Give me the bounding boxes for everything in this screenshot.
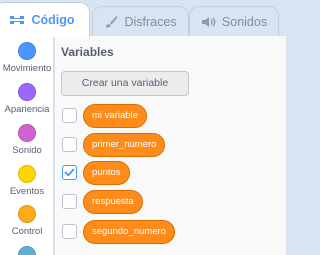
category-events[interactable]: Eventos [0, 165, 54, 197]
category-sound[interactable]: Sonido [0, 124, 54, 156]
tab-code[interactable]: Código [0, 2, 90, 37]
looks-dot-icon [18, 83, 36, 101]
checkmark-icon [64, 168, 75, 177]
motion-dot-icon [18, 42, 36, 60]
variable-reporter-block[interactable]: puntos [83, 161, 130, 185]
variable-reporter-block[interactable]: segundo_numero [83, 220, 175, 244]
tab-costumes[interactable]: Disfraces [92, 6, 189, 36]
variable-row: puntos [62, 161, 262, 185]
variable-checkbox[interactable] [62, 194, 77, 209]
category-label: Movimiento [2, 63, 52, 74]
category-menu: Movimiento Apariencia Sonido Eventos Con… [0, 36, 54, 255]
editor-tabs: Código Disfraces Sonidos [0, 0, 286, 37]
variable-row: respuesta [62, 190, 262, 214]
category-control[interactable]: Control [0, 205, 54, 237]
tab-code-label: Código [31, 13, 75, 27]
category-looks[interactable]: Apariencia [0, 83, 54, 115]
variable-checkbox[interactable] [62, 108, 77, 123]
variable-checkbox[interactable] [62, 137, 77, 152]
code-icon [9, 14, 25, 26]
brush-icon [104, 15, 118, 29]
variable-checkbox[interactable] [62, 224, 77, 239]
control-dot-icon [18, 205, 36, 223]
variable-reporter-block[interactable]: respuesta [83, 190, 143, 214]
category-motion[interactable]: Movimiento [0, 42, 54, 74]
category-sensing[interactable] [0, 246, 54, 255]
category-label: Sonido [12, 145, 42, 156]
variable-row: primer_numero [62, 133, 262, 157]
variable-reporter-block[interactable]: mi variable [83, 104, 147, 128]
variable-reporter-block[interactable]: primer_numero [83, 133, 166, 157]
variable-row: mi variable [62, 104, 262, 128]
events-dot-icon [18, 165, 36, 183]
make-variable-button[interactable]: Crear una variable [61, 71, 189, 96]
block-palette: Variables Crear una variable mi variable… [55, 36, 286, 255]
sound-dot-icon [18, 124, 36, 142]
palette-title: Variables [61, 45, 114, 59]
category-label: Apariencia [4, 104, 50, 115]
category-label: Control [11, 226, 43, 237]
speaker-icon [201, 16, 216, 28]
tab-costumes-label: Disfraces [124, 14, 177, 29]
tab-sounds[interactable]: Sonidos [189, 6, 279, 36]
variable-row: segundo_numero [62, 220, 262, 244]
category-label: Eventos [9, 186, 45, 197]
variable-checkbox-checked[interactable] [62, 165, 77, 180]
sensing-dot-icon [18, 246, 36, 255]
tab-sounds-label: Sonidos [221, 14, 268, 29]
